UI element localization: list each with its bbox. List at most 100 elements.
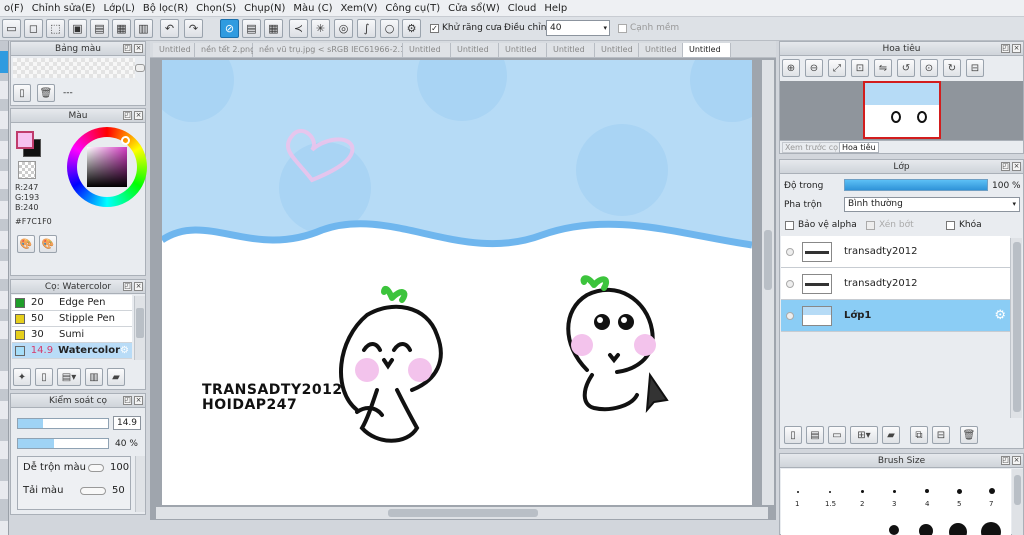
tool-icon[interactable]: [0, 441, 8, 459]
brush-size-option[interactable]: 1.5: [825, 500, 836, 508]
menu-view[interactable]: Xem(V): [336, 3, 381, 14]
redo-icon[interactable]: ↷: [184, 19, 203, 38]
float-icon[interactable]: ◰: [123, 282, 132, 291]
layer-item[interactable]: transadty2012: [781, 236, 1010, 268]
brush-size-option[interactable]: 1: [795, 500, 799, 508]
flip-icon[interactable]: ⇋: [874, 59, 892, 77]
color-wheel[interactable]: [67, 127, 147, 207]
close-icon[interactable]: ×: [134, 282, 143, 291]
chat-icon[interactable]: ▣: [68, 19, 87, 38]
circle-snap-icon[interactable]: ○: [380, 19, 399, 38]
tool-icon[interactable]: [0, 401, 8, 419]
menu-layer[interactable]: Lớp(L): [99, 3, 138, 14]
tool-icon[interactable]: [0, 291, 8, 309]
crop-icon[interactable]: ⬚: [46, 19, 65, 38]
tab-untitled-active[interactable]: Untitled: [683, 43, 731, 57]
adjust-input[interactable]: 40 ▾: [546, 20, 610, 36]
float-icon[interactable]: ◰: [123, 396, 132, 405]
actual-size-icon[interactable]: ⊡: [851, 59, 869, 77]
canvas-vertical-scrollbar[interactable]: [762, 60, 774, 505]
menu-help[interactable]: Help: [540, 3, 571, 14]
close-icon[interactable]: ×: [1012, 456, 1021, 465]
perspective-icon[interactable]: ≺: [289, 19, 308, 38]
add-layer-dropdown-icon[interactable]: ⊞▾: [850, 426, 878, 444]
menu-select[interactable]: Chọn(S): [192, 3, 240, 14]
tool-icon[interactable]: [0, 111, 8, 129]
opacity-slider[interactable]: [17, 438, 109, 449]
brush-size-option[interactable]: 5: [957, 500, 961, 508]
grid-snap-icon[interactable]: ▦: [264, 19, 283, 38]
palette-scroll-handle[interactable]: [135, 64, 145, 72]
primary-color-swatch[interactable]: [16, 131, 34, 149]
blend-slider[interactable]: [88, 464, 104, 472]
menu-filter[interactable]: Bộ lọc(R): [139, 3, 192, 14]
float-icon[interactable]: ◰: [123, 111, 132, 120]
float-icon[interactable]: ◰: [1001, 456, 1010, 465]
curve-icon[interactable]: ∫: [357, 19, 376, 38]
tool-icon[interactable]: [0, 261, 8, 279]
tool-icon[interactable]: [0, 321, 8, 339]
smooth-checkbox[interactable]: [618, 23, 627, 33]
merge-icon[interactable]: ⧉: [910, 426, 928, 444]
tool-icon[interactable]: [0, 201, 8, 219]
smooth-toggle[interactable]: Cạnh mềm: [618, 23, 679, 33]
layer-opacity-slider[interactable]: [844, 179, 988, 191]
tool-icon[interactable]: [0, 481, 8, 499]
clear-icon[interactable]: ⊟: [932, 426, 950, 444]
brush-item-edge-pen[interactable]: 20 Edge Pen: [12, 295, 132, 311]
tab-untitled[interactable]: Untitled: [639, 43, 683, 57]
menu-tools[interactable]: Công cụ(T): [381, 3, 444, 14]
menu-capture[interactable]: Chụp(N): [240, 3, 289, 14]
undo-icon[interactable]: ↶: [160, 19, 179, 38]
tab-untitled[interactable]: Untitled: [547, 43, 595, 57]
canvas-horizontal-scrollbar[interactable]: [156, 507, 768, 519]
delete-swatch-button[interactable]: 🗑: [37, 84, 55, 102]
folder-icon[interactable]: ▰: [107, 368, 125, 386]
close-icon[interactable]: ×: [1012, 44, 1021, 53]
antialias-checkbox[interactable]: ✓: [430, 23, 439, 33]
menu-window[interactable]: Cửa sổ(W): [444, 3, 504, 14]
layer-blend-select[interactable]: Bình thường ▾: [844, 197, 1020, 212]
zoom-out-icon[interactable]: ⊖: [805, 59, 823, 77]
navigator-thumbnail[interactable]: [863, 81, 941, 139]
brush-size-option[interactable]: 7: [989, 500, 993, 508]
menu-file[interactable]: o(F): [0, 3, 28, 14]
tab-nen-tet[interactable]: nền tết 2.png: [195, 43, 255, 57]
color-palette-button[interactable]: 🎨: [17, 235, 35, 253]
brush-size-scrollbar[interactable]: [1012, 469, 1023, 535]
brush-size-input[interactable]: 14.9: [113, 416, 141, 430]
hue-handle[interactable]: [121, 136, 130, 145]
palette-swatches[interactable]: [13, 58, 135, 78]
color-square[interactable]: [87, 147, 127, 187]
copy-layer-icon[interactable]: ▭: [828, 426, 846, 444]
drawing-canvas[interactable]: TRANSADTY2012 HOIDAP247: [162, 60, 752, 505]
tool-icon[interactable]: [0, 81, 8, 99]
new-layer-set-icon[interactable]: ▤: [806, 426, 824, 444]
close-icon[interactable]: ×: [134, 111, 143, 120]
rotate-left-icon[interactable]: ↺: [897, 59, 915, 77]
layer-item-active[interactable]: Lớp1 ⚙: [781, 300, 1010, 332]
tool-icon[interactable]: [0, 231, 8, 249]
lock-toggle[interactable]: Khóa: [946, 220, 982, 230]
fit-icon[interactable]: ⤢: [828, 59, 846, 77]
new-page-icon[interactable]: ▯: [35, 368, 53, 386]
deselect-icon[interactable]: ◻: [24, 19, 43, 38]
antialias-toggle[interactable]: ✓ Khử răng cưa: [430, 23, 502, 33]
tab-brush-preview[interactable]: Xem trước cọ: [782, 142, 842, 153]
brush-control-scrollbar[interactable]: [135, 456, 145, 512]
trash-icon[interactable]: 🗑: [960, 426, 978, 444]
close-icon[interactable]: ×: [134, 44, 143, 53]
template-icon[interactable]: ▥: [85, 368, 103, 386]
transparent-swatch[interactable]: [18, 161, 36, 179]
lock-view-icon[interactable]: ⊟: [966, 59, 984, 77]
load-slider[interactable]: [80, 487, 106, 495]
close-icon[interactable]: ×: [1012, 162, 1021, 171]
clip-checkbox[interactable]: [866, 220, 875, 230]
protect-alpha-toggle[interactable]: Bảo vệ alpha: [785, 220, 857, 230]
menu-color[interactable]: Màu (C): [289, 3, 336, 14]
copy-dropdown-icon[interactable]: ▤▾: [57, 368, 81, 386]
concentric-icon[interactable]: ◎: [334, 19, 353, 38]
lock-checkbox[interactable]: [946, 220, 955, 230]
tab-nen-vu-tru[interactable]: nền vũ trụ.jpg < sRGB IEC61966-2.1 >: [253, 43, 403, 57]
brush-size-option[interactable]: 3: [892, 500, 896, 508]
